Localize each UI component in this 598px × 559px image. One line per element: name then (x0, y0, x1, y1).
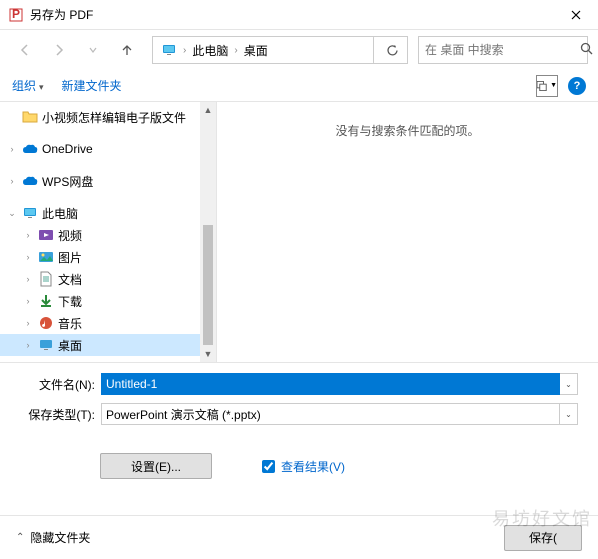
nav-bar: › 此电脑 › 桌面 (0, 30, 598, 70)
scroll-thumb[interactable] (203, 225, 213, 345)
chevron-right-icon: › (22, 318, 34, 328)
filetype-select[interactable]: PowerPoint 演示文稿 (*.pptx) (101, 403, 560, 425)
chevron-right-icon: › (22, 252, 34, 262)
main-area: 小视频怎样编辑电子版文件 › OneDrive › WPS网盘 ⌄ 此电脑 › … (0, 102, 598, 362)
close-button[interactable] (553, 0, 598, 30)
chevron-right-icon: › (234, 45, 237, 56)
help-button[interactable]: ? (568, 77, 586, 95)
filename-dropdown[interactable]: ⌄ (560, 373, 578, 395)
breadcrumb-current[interactable]: 桌面 (240, 42, 272, 59)
breadcrumb-root[interactable]: 此电脑 (188, 42, 232, 59)
options-row: 设置(E)... 查看结果(V) (0, 433, 598, 489)
up-button[interactable] (112, 36, 142, 64)
monitor-icon (161, 42, 177, 58)
pdf-icon: P (8, 7, 24, 23)
scroll-down-button[interactable]: ▼ (200, 346, 216, 362)
tree-item-music[interactable]: › 音乐 (0, 312, 200, 334)
view-results-checkbox[interactable] (262, 460, 275, 473)
cloud-icon (22, 141, 38, 157)
tree-item-documents[interactable]: › 文档 (0, 268, 200, 290)
view-options-button[interactable]: ▼ (536, 75, 558, 97)
refresh-icon (386, 44, 399, 57)
filename-input[interactable] (101, 373, 560, 395)
svg-text:P: P (12, 8, 20, 21)
tree-item-thispc[interactable]: ⌄ 此电脑 (0, 202, 200, 224)
search-icon[interactable] (580, 42, 593, 58)
chevron-right-icon: › (22, 296, 34, 306)
chevron-right-icon: › (6, 144, 18, 154)
tree-item-pictures[interactable]: › 图片 (0, 246, 200, 268)
monitor-icon (22, 205, 38, 221)
view-results-label[interactable]: 查看结果(V) (281, 458, 345, 475)
back-button[interactable] (10, 36, 40, 64)
hide-folders-toggle[interactable]: ⌃ 隐藏文件夹 (16, 529, 90, 546)
tree-item-videos[interactable]: › 视频 (0, 224, 200, 246)
document-icon (38, 271, 54, 287)
refresh-button[interactable] (373, 36, 403, 64)
folder-icon (22, 109, 38, 125)
arrow-right-icon (52, 43, 66, 57)
toolbar: 组织 新建文件夹 ▼ ? (0, 70, 598, 102)
recent-button[interactable] (78, 36, 108, 64)
close-icon (571, 10, 581, 20)
filetype-dropdown[interactable]: ⌄ (560, 403, 578, 425)
tree-item-onedrive[interactable]: › OneDrive (0, 138, 200, 160)
music-icon (38, 315, 54, 331)
arrow-up-icon (120, 43, 134, 57)
download-icon (38, 293, 54, 309)
scroll-up-button[interactable]: ▲ (200, 102, 216, 118)
filename-label: 文件名(N): (20, 376, 95, 393)
cloud-icon (22, 173, 38, 189)
empty-message: 没有与搜索条件匹配的项。 (237, 122, 578, 139)
title-bar: P 另存为 PDF (0, 0, 598, 30)
arrow-left-icon (18, 43, 32, 57)
chevron-right-icon: › (183, 45, 186, 56)
chevron-right-icon: › (22, 274, 34, 284)
file-list: 没有与搜索条件匹配的项。 (216, 102, 598, 362)
search-box[interactable] (418, 36, 588, 64)
chevron-down-icon (88, 45, 98, 55)
footer: ⌃ 隐藏文件夹 保存( (0, 515, 598, 559)
settings-button[interactable]: 设置(E)... (100, 453, 212, 479)
new-folder-button[interactable]: 新建文件夹 (62, 77, 122, 94)
picture-icon (38, 249, 54, 265)
save-form: 文件名(N): ⌄ 保存类型(T): PowerPoint 演示文稿 (*.pp… (0, 362, 598, 425)
chevron-up-icon: ⌃ (16, 532, 24, 543)
window-title: 另存为 PDF (30, 6, 553, 23)
tree-item-downloads[interactable]: › 下载 (0, 290, 200, 312)
tree-item-folder[interactable]: 小视频怎样编辑电子版文件 (0, 106, 200, 128)
chevron-down-icon: ▼ (550, 82, 557, 89)
filetype-label: 保存类型(T): (20, 406, 95, 423)
chevron-right-icon: › (22, 230, 34, 240)
tree-item-wps[interactable]: › WPS网盘 (0, 170, 200, 192)
chevron-right-icon: › (22, 340, 34, 350)
tree-scrollbar[interactable]: ▲ ▼ (200, 102, 216, 362)
chevron-down-icon: ⌄ (6, 208, 18, 219)
search-input[interactable] (425, 43, 580, 57)
address-bar[interactable]: › 此电脑 › 桌面 (152, 36, 408, 64)
save-button[interactable]: 保存( (504, 525, 582, 551)
tree-item-desktop[interactable]: › 桌面 (0, 334, 200, 356)
forward-button[interactable] (44, 36, 74, 64)
video-icon (38, 227, 54, 243)
chevron-right-icon: › (6, 176, 18, 186)
view-icon (537, 81, 548, 91)
folder-tree[interactable]: 小视频怎样编辑电子版文件 › OneDrive › WPS网盘 ⌄ 此电脑 › … (0, 102, 200, 362)
desktop-icon (38, 337, 54, 353)
organize-menu[interactable]: 组织 (12, 77, 44, 94)
